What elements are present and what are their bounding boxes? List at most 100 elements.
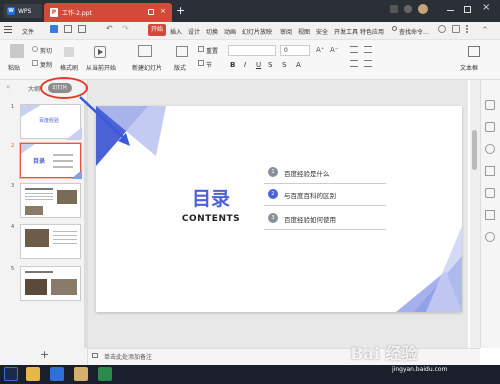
cut-button[interactable]: 剪切 xyxy=(40,46,52,55)
font-size-select[interactable]: 0 xyxy=(280,45,310,56)
font-color-icon[interactable]: A xyxy=(296,61,301,69)
new-slide-button[interactable]: 新建幻灯片 xyxy=(132,63,162,72)
maximize-icon[interactable] xyxy=(464,6,471,13)
share-icon[interactable] xyxy=(452,25,460,33)
search-command[interactable]: 查找命令... xyxy=(399,27,429,36)
notes-icon xyxy=(92,353,98,358)
menu-slideshow[interactable]: 幻灯片放映 xyxy=(242,27,272,36)
minimize-icon[interactable] xyxy=(447,10,454,11)
format-painter-button[interactable]: 格式刷 xyxy=(60,63,78,72)
slide-thumbnail-2[interactable]: 目录 xyxy=(20,143,82,179)
font-size-value: 0 xyxy=(284,47,288,54)
color-icon[interactable] xyxy=(485,144,495,154)
textbox-button[interactable]: 文本框 xyxy=(460,63,478,72)
help-icon[interactable] xyxy=(404,5,412,13)
preview-icon[interactable] xyxy=(78,25,86,33)
thumb-number: 1 xyxy=(11,104,15,110)
underline-icon[interactable]: U xyxy=(256,61,261,69)
toc-item-3: 3 百度经验如何使用 xyxy=(264,210,386,230)
paste-icon[interactable] xyxy=(10,44,24,58)
explorer-icon[interactable] xyxy=(74,367,88,381)
shadow-icon[interactable]: S xyxy=(268,61,272,69)
scrollbar-thumb[interactable] xyxy=(472,130,477,170)
numbering-icon[interactable] xyxy=(364,46,372,53)
more-icon[interactable] xyxy=(466,25,468,33)
align-left-icon[interactable] xyxy=(350,60,358,67)
menu-insert[interactable]: 插入 xyxy=(170,27,182,36)
menu-security[interactable]: 安全 xyxy=(316,27,328,36)
menu-developer[interactable]: 开发工具 xyxy=(334,27,358,36)
menu-view[interactable]: 视图 xyxy=(298,27,310,36)
thumb-number: 4 xyxy=(11,224,15,230)
align-center-icon[interactable] xyxy=(364,60,372,67)
menu-transition[interactable]: 切换 xyxy=(206,27,218,36)
thumb-title: 百度经验 xyxy=(39,118,60,124)
strike-icon[interactable]: S xyxy=(282,61,286,69)
app-icon[interactable] xyxy=(98,367,112,381)
backup-icon[interactable] xyxy=(485,188,495,198)
print-icon[interactable] xyxy=(64,25,72,33)
play-icon xyxy=(94,46,106,58)
toc-number-icon: 2 xyxy=(268,189,278,199)
menu-features[interactable]: 特色应用 xyxy=(360,27,384,36)
document-tab-label: 工作-2.ppt xyxy=(62,10,92,17)
toc-text: 百度经验如何使用 xyxy=(284,216,336,224)
shrink-font-icon[interactable]: A⁻ xyxy=(330,46,338,54)
paste-button[interactable]: 粘贴 xyxy=(8,63,20,72)
toc-text: 百度经验是什么 xyxy=(284,170,330,178)
tab-outline[interactable]: 大纲 xyxy=(28,84,40,93)
photoshop-icon[interactable] xyxy=(4,367,18,381)
close-window-icon[interactable]: × xyxy=(482,2,490,13)
menu-animation[interactable]: 动画 xyxy=(224,27,236,36)
italic-icon[interactable]: I xyxy=(244,61,246,69)
share-panel-icon[interactable] xyxy=(485,210,495,220)
toc-item-2: 2 与百度百科的区别 xyxy=(264,186,386,206)
section-button[interactable]: 节 xyxy=(206,60,212,69)
property-icon[interactable] xyxy=(485,100,495,110)
avatar[interactable] xyxy=(418,4,428,14)
undo-icon[interactable]: ↶ xyxy=(106,24,113,33)
notes-placeholder[interactable]: 单击此处添加备注 xyxy=(104,352,152,361)
slide-title: 目录 xyxy=(191,188,230,210)
slide-thumbnail-5[interactable] xyxy=(20,266,81,301)
add-slide-button[interactable]: + xyxy=(40,348,49,361)
canvas-scrollbar[interactable] xyxy=(470,80,480,348)
slide-thumbnail-1[interactable]: 百度经验 xyxy=(20,104,82,140)
menu-review[interactable]: 审阅 xyxy=(280,27,292,36)
close-tab-icon[interactable]: × xyxy=(160,7,166,15)
menu-file[interactable]: 文件 xyxy=(22,27,34,36)
menu-start[interactable]: 开始 xyxy=(148,24,166,36)
document-tab[interactable]: P 工作-2.ppt × xyxy=(44,3,172,22)
slide-decor-shapes xyxy=(96,106,462,312)
menu-design[interactable]: 设计 xyxy=(188,27,200,36)
redo-icon[interactable]: ↷ xyxy=(122,24,129,33)
skin-icon[interactable] xyxy=(390,5,398,13)
animation-icon[interactable] xyxy=(485,122,495,132)
bullets-icon[interactable] xyxy=(350,46,358,53)
new-tab-button[interactable]: + xyxy=(176,5,185,16)
annotation-ellipse xyxy=(40,77,88,99)
slide-thumbnail-4[interactable] xyxy=(20,224,81,259)
from-current-button[interactable]: 从当前开始 xyxy=(86,63,116,72)
slide-canvas[interactable]: 目录 CONTENTS 1 百度经验是什么 2 与百度百科的区别 3 百度经验如… xyxy=(96,106,462,312)
wps-taskbar-icon[interactable] xyxy=(50,367,64,381)
reset-button[interactable]: 重置 xyxy=(206,46,218,55)
grow-font-icon[interactable]: A⁺ xyxy=(316,46,324,54)
bold-icon[interactable]: B xyxy=(230,61,235,69)
save-icon[interactable] xyxy=(50,25,58,33)
wps-home-tab[interactable]: W WPS xyxy=(4,4,42,18)
menu-list-icon[interactable] xyxy=(4,25,12,33)
window-mode-icon[interactable] xyxy=(148,9,154,15)
section-icon xyxy=(198,60,204,66)
collapse-panel-icon[interactable]: « xyxy=(6,83,10,91)
sync-icon[interactable] xyxy=(438,25,446,33)
folder-icon[interactable] xyxy=(26,367,40,381)
help-panel-icon[interactable] xyxy=(485,232,495,242)
slide-thumbnail-3[interactable] xyxy=(20,183,81,218)
copy-button[interactable]: 复制 xyxy=(40,60,52,69)
copy-icon xyxy=(32,60,38,66)
collapse-ribbon-icon[interactable]: ^ xyxy=(482,26,488,34)
font-name-select[interactable] xyxy=(228,45,276,56)
layout-button[interactable]: 版式 xyxy=(174,63,186,72)
layer-icon[interactable] xyxy=(485,166,495,176)
